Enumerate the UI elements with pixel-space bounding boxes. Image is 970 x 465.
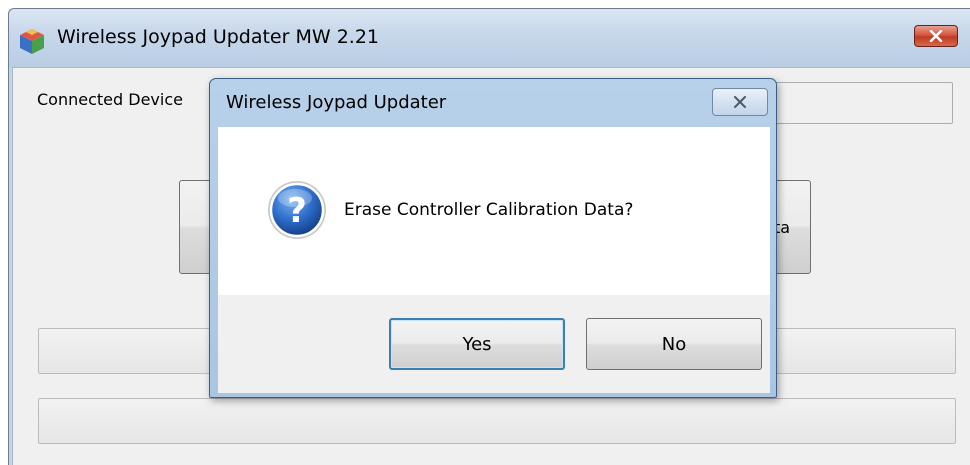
no-button[interactable]: No xyxy=(586,318,762,370)
confirm-dialog: Wireless Joypad Updater ? Erase Controll… xyxy=(209,78,777,398)
svg-text:?: ? xyxy=(287,191,307,231)
dialog-content: ? Erase Controller Calibration Data? xyxy=(218,127,770,295)
dialog-button-bar: Yes No xyxy=(218,295,770,393)
connected-device-field xyxy=(753,82,953,124)
dialog-close-button[interactable] xyxy=(712,88,768,116)
connected-device-label: Connected Device xyxy=(37,90,183,109)
dialog-title: Wireless Joypad Updater xyxy=(226,92,447,113)
close-icon xyxy=(929,30,943,42)
dialog-message: Erase Controller Calibration Data? xyxy=(344,200,634,220)
main-window-title: Wireless Joypad Updater MW 2.21 xyxy=(57,26,379,48)
close-icon xyxy=(734,96,746,108)
app-cube-icon xyxy=(20,29,44,54)
main-title-bar[interactable]: Wireless Joypad Updater MW 2.21 xyxy=(9,9,970,67)
main-close-button[interactable] xyxy=(914,25,958,47)
question-icon: ? xyxy=(268,181,326,239)
progress-bar-2 xyxy=(38,398,956,444)
yes-button[interactable]: Yes xyxy=(389,318,565,370)
